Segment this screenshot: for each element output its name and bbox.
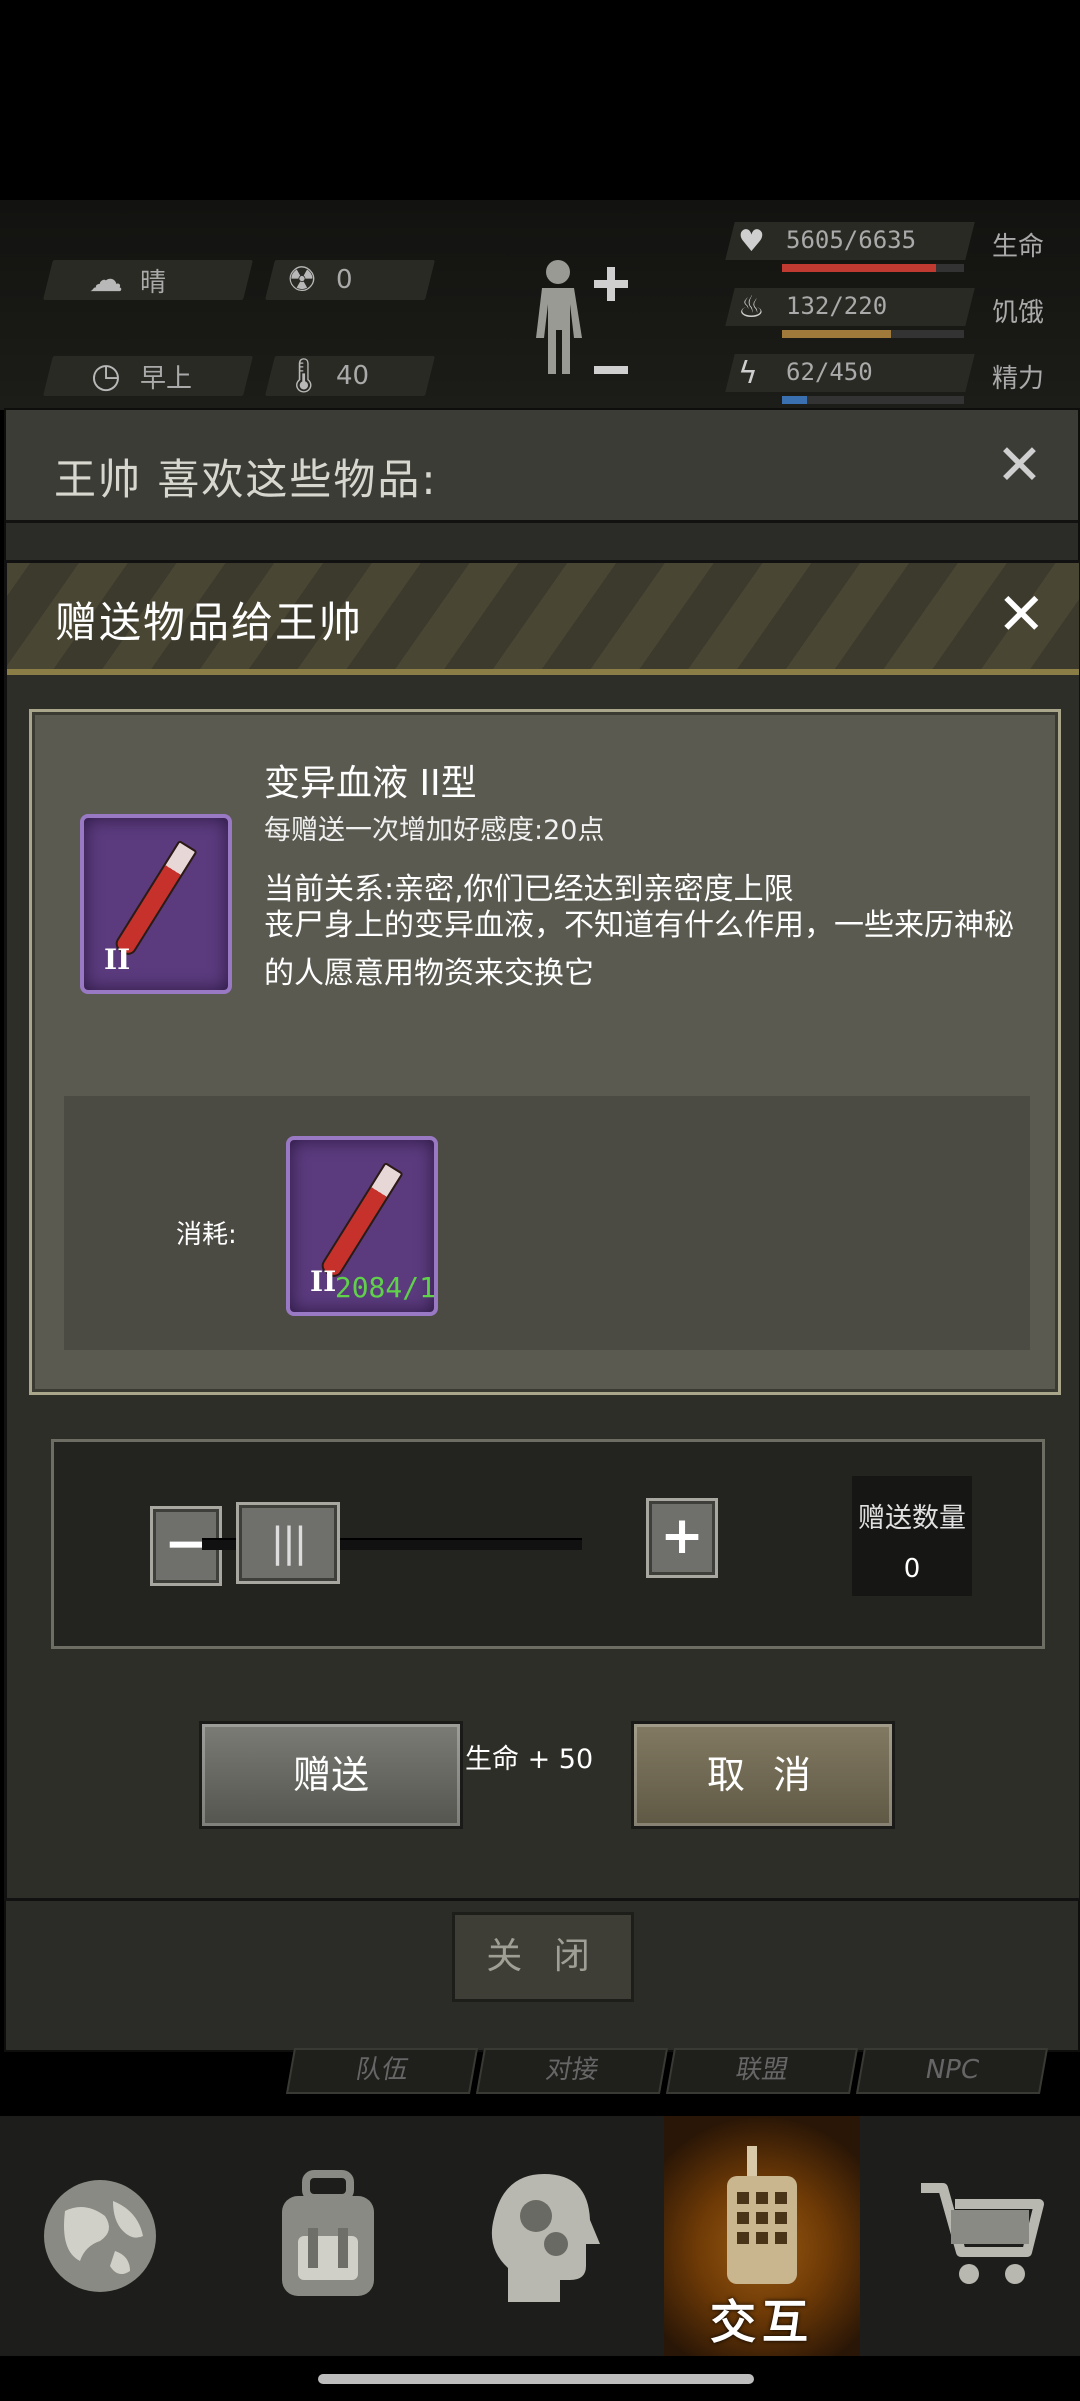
quantity-slider-handle[interactable]: |||	[236, 1502, 340, 1584]
nav-interact[interactable]: 交互	[664, 2116, 860, 2356]
tab-team[interactable]: 队伍	[285, 2048, 479, 2094]
gift-effect-text: 生命 + 50	[465, 1744, 594, 1775]
energy-icon: ϟ	[738, 356, 758, 391]
close-button[interactable]: 关 闭	[452, 1912, 634, 2002]
nav-world[interactable]	[0, 2116, 200, 2356]
thermometer-icon: 🌡	[282, 356, 326, 396]
gift-dialog-header: 赠送物品给王帅 ✕	[7, 563, 1079, 675]
gift-dialog-title: 赠送物品给王帅	[55, 598, 364, 647]
body-figure-icon	[536, 260, 628, 374]
heart-pulse-icon: ♥	[738, 224, 765, 259]
clock-icon: ◷	[91, 356, 121, 396]
walkie-talkie-icon	[727, 2145, 797, 2284]
health-bar: ♥ 5605/6635 生命	[725, 218, 1080, 278]
grip-icon: |||	[270, 1520, 307, 1566]
temperature-status: 🌡 40	[282, 356, 370, 396]
nav-shop[interactable]	[880, 2116, 1080, 2356]
nav-skills[interactable]	[444, 2116, 644, 2356]
nav-backpack[interactable]	[228, 2116, 428, 2356]
backpack-icon	[282, 2170, 374, 2296]
cancel-button[interactable]: 取 消	[631, 1721, 895, 1829]
nav-interact-label: 交互	[710, 2295, 814, 2349]
tab-alliance[interactable]: 联盟	[665, 2048, 859, 2094]
item-name: 变异血液 II型	[264, 763, 477, 804]
close-icon[interactable]: ✕	[996, 438, 1043, 494]
bottom-nav: 交互	[0, 2116, 1080, 2356]
body-status-button[interactable]	[520, 250, 640, 410]
radiation-status: ☢ 0	[282, 260, 353, 300]
stomach-icon: ♨	[738, 290, 765, 325]
quantity-label: 赠送数量	[858, 1503, 966, 1534]
likes-title: 王帅 喜欢这些物品:	[54, 455, 438, 504]
plus-icon: +	[660, 1506, 704, 1566]
health-fill	[782, 264, 936, 272]
globe-icon	[44, 2180, 156, 2292]
time-status: ◷ 早上	[86, 356, 192, 396]
consume-item-tile: II 2084/1	[286, 1136, 438, 1316]
likes-header: 王帅 喜欢这些物品: ✕	[6, 410, 1078, 523]
blood-vial-icon	[112, 839, 198, 959]
tab-npc[interactable]: NPC	[855, 2048, 1049, 2094]
gift-dialog: 赠送物品给王帅 ✕ II 变异血液 II型 每赠送一次增加好感度:20点 当前关…	[4, 560, 1080, 1901]
status-area: ☁ 晴 ☢ 0 ◷ 早上 🌡 40 ♥ 5605/6635 生命 ♨ 132/2…	[0, 200, 1080, 410]
item-description: 丧尸身上的变异血液，不知道有什么作用，一些来历神秘的人愿意用物资来交换它	[264, 908, 1014, 991]
increase-button[interactable]: +	[646, 1498, 718, 1578]
gift-button[interactable]: 赠送	[199, 1721, 463, 1829]
item-panel: II 变异血液 II型 每赠送一次增加好感度:20点 当前关系:亲密,你们已经达…	[29, 709, 1061, 1395]
consume-area: 消耗: II 2084/1	[64, 1096, 1030, 1350]
shopping-cart-icon	[921, 2183, 1044, 2284]
radiation-icon: ☢	[286, 260, 318, 300]
consume-count: 2084/1	[334, 1271, 436, 1304]
item-affinity: 每赠送一次增加好感度:20点	[264, 815, 605, 846]
close-icon[interactable]: ✕	[997, 585, 1046, 643]
item-icon-tile: II	[80, 814, 232, 994]
energy-fill	[782, 396, 808, 404]
head-gears-icon	[491, 2174, 600, 2302]
weather-status: ☁ 晴	[86, 260, 166, 300]
partly-cloudy-icon: ☁	[89, 260, 123, 300]
consume-label: 消耗:	[176, 1220, 237, 1250]
home-indicator[interactable]	[318, 2374, 754, 2384]
blood-vial-icon	[318, 1161, 404, 1281]
hunger-fill	[782, 330, 892, 338]
energy-bar: ϟ 62/450 精力	[725, 350, 1080, 410]
tab-strip: 队伍 对接 联盟 NPC	[285, 2048, 1050, 2094]
quantity-box: 赠送数量 0	[852, 1476, 972, 1596]
quantity-value: 0	[903, 1554, 921, 1584]
tab-dock[interactable]: 对接	[475, 2048, 669, 2094]
hunger-bar: ♨ 132/220 饥饿	[725, 284, 1080, 344]
quantity-panel: − ||| + 赠送数量 0	[51, 1439, 1045, 1649]
